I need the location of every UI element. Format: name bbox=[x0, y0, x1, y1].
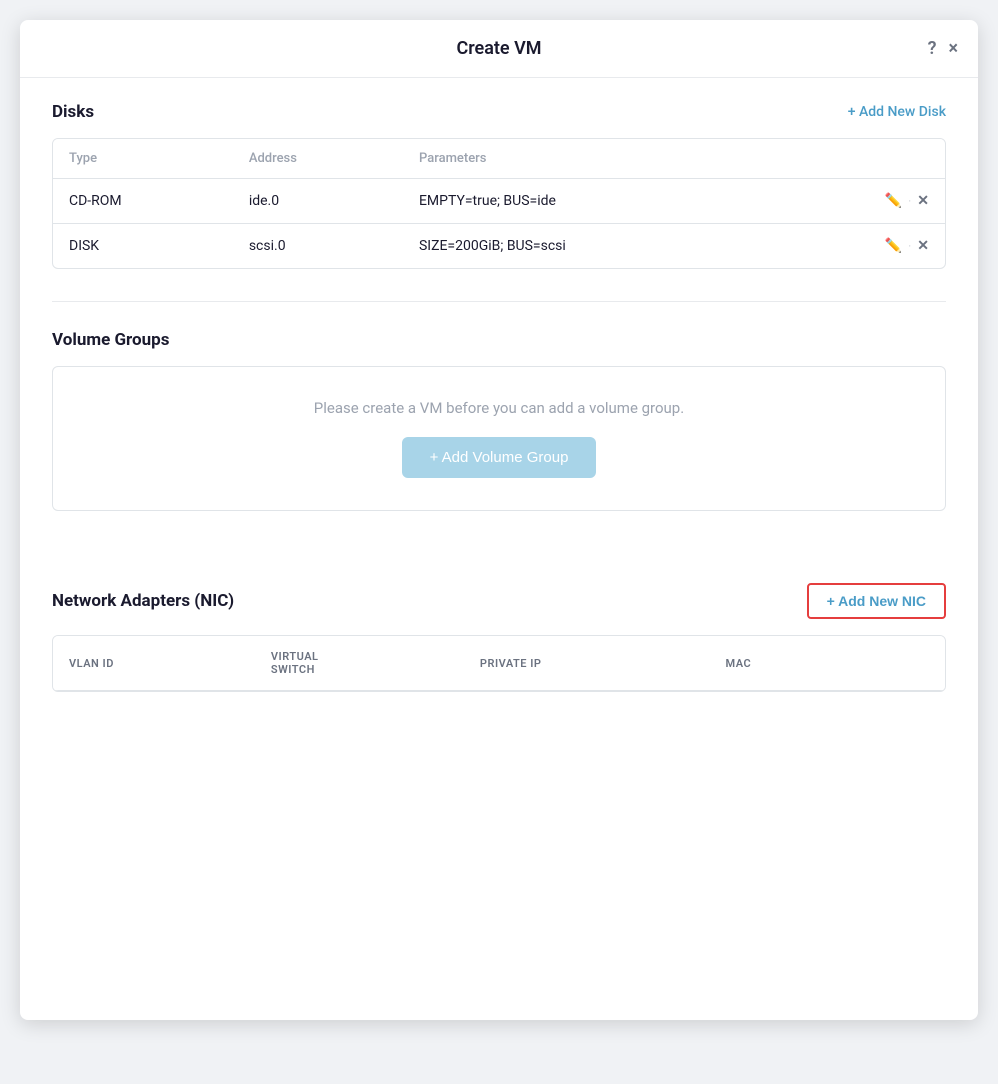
disk-row-actions: ✏️ · ✕ bbox=[783, 224, 945, 269]
disk-row-actions: ✏️ · ✕ bbox=[783, 179, 945, 224]
disks-table-container: Type Address Parameters CD-ROM ide.0 EMP… bbox=[52, 138, 946, 269]
modal-header-actions: ? × bbox=[928, 38, 958, 59]
network-adapters-title: Network Adapters (NIC) bbox=[52, 591, 234, 611]
delete-icon[interactable]: ✕ bbox=[917, 238, 929, 254]
delete-icon[interactable]: ✕ bbox=[917, 193, 929, 209]
nic-col-mac: MAC bbox=[710, 636, 861, 691]
disk-row-parameters: EMPTY=true; BUS=ide bbox=[403, 179, 783, 224]
action-separator: · bbox=[908, 239, 911, 253]
section-divider bbox=[52, 301, 946, 302]
spacer bbox=[52, 543, 946, 583]
edit-icon[interactable]: ✏️ bbox=[885, 238, 902, 254]
disks-col-actions bbox=[783, 139, 945, 179]
disk-row-address: ide.0 bbox=[233, 179, 403, 224]
nic-col-virtual-switch: VIRTUALSWITCH bbox=[255, 636, 464, 691]
add-new-nic-label: + Add New NIC bbox=[827, 593, 926, 609]
table-row: DISK scsi.0 SIZE=200GiB; BUS=scsi ✏️ · ✕ bbox=[53, 224, 945, 269]
disks-title: Disks bbox=[52, 102, 94, 122]
add-new-nic-button[interactable]: + Add New NIC bbox=[807, 583, 946, 619]
volume-groups-box: Please create a VM before you can add a … bbox=[52, 366, 946, 511]
add-volume-group-button[interactable]: + Add Volume Group bbox=[402, 437, 597, 478]
disks-col-type: Type bbox=[53, 139, 233, 179]
action-separator: · bbox=[908, 194, 911, 208]
network-adapters-section-header: Network Adapters (NIC) + Add New NIC bbox=[52, 583, 946, 619]
disk-row-type: CD-ROM bbox=[53, 179, 233, 224]
disks-col-parameters: Parameters bbox=[403, 139, 783, 179]
create-vm-modal: Create VM ? × Disks + Add New Disk Type … bbox=[20, 20, 978, 1020]
edit-icon[interactable]: ✏️ bbox=[885, 193, 902, 209]
nic-table: VLAN ID VIRTUALSWITCH PRIVATE IP MAC bbox=[53, 636, 945, 691]
volume-groups-empty-message: Please create a VM before you can add a … bbox=[314, 399, 684, 417]
modal-header: Create VM ? × bbox=[20, 20, 978, 78]
close-icon[interactable]: × bbox=[948, 38, 958, 59]
modal-body: Disks + Add New Disk Type Address Parame… bbox=[20, 78, 978, 716]
add-volume-group-label: + Add Volume Group bbox=[430, 449, 569, 466]
virtual-switch-label: VIRTUALSWITCH bbox=[271, 650, 319, 676]
modal-title: Create VM bbox=[456, 38, 541, 59]
add-new-disk-link[interactable]: + Add New Disk bbox=[848, 104, 946, 120]
volume-groups-title: Volume Groups bbox=[52, 330, 169, 350]
table-row: CD-ROM ide.0 EMPTY=true; BUS=ide ✏️ · ✕ bbox=[53, 179, 945, 224]
volume-groups-section-header: Volume Groups bbox=[52, 330, 946, 350]
disks-col-address: Address bbox=[233, 139, 403, 179]
disks-section-header: Disks + Add New Disk bbox=[52, 102, 946, 122]
disk-row-address: scsi.0 bbox=[233, 224, 403, 269]
nic-col-private-ip: PRIVATE IP bbox=[464, 636, 710, 691]
nic-col-spacer bbox=[861, 636, 945, 691]
nic-col-vlan-id: VLAN ID bbox=[53, 636, 255, 691]
disks-table: Type Address Parameters CD-ROM ide.0 EMP… bbox=[53, 139, 945, 268]
disk-row-parameters: SIZE=200GiB; BUS=scsi bbox=[403, 224, 783, 269]
disk-row-type: DISK bbox=[53, 224, 233, 269]
help-icon[interactable]: ? bbox=[928, 38, 937, 59]
nic-table-container: VLAN ID VIRTUALSWITCH PRIVATE IP MAC bbox=[52, 635, 946, 692]
